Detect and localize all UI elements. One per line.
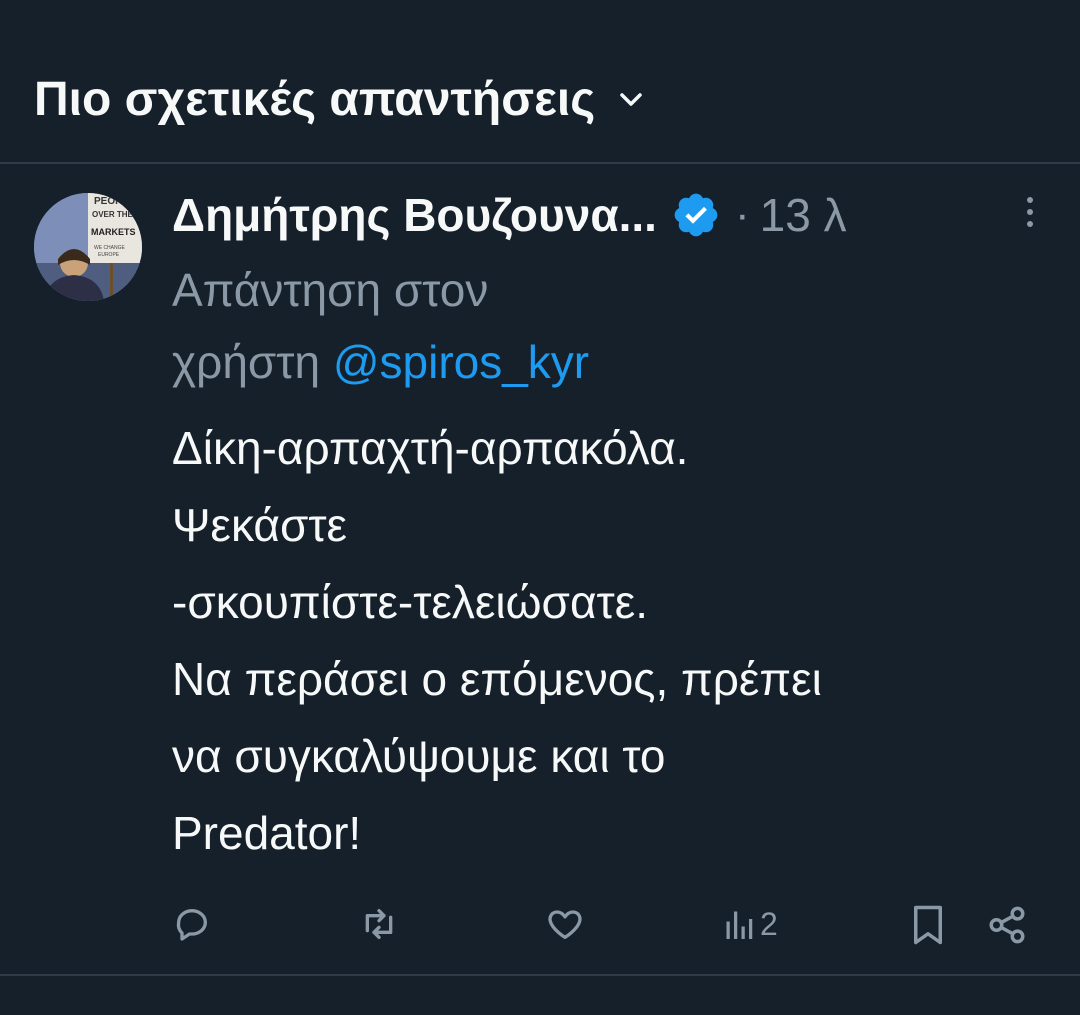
retweet-button[interactable] xyxy=(358,904,400,944)
replies-sort-bar: Πιο σχετικές απαντήσεις xyxy=(0,0,1080,164)
reply-prefix: Απάντηση στον xyxy=(172,264,489,316)
reply-button[interactable] xyxy=(172,904,212,944)
tweet-time[interactable]: 13 λ xyxy=(760,185,847,245)
author-name[interactable]: Δημήτρης Βουζουνα... xyxy=(172,185,657,245)
reply-tweet[interactable]: PEOP OVER THE MARKETS WE CHANGE EUROPE Δ… xyxy=(0,164,1080,976)
heart-icon xyxy=(548,910,582,939)
verified-badge-icon xyxy=(671,190,721,240)
avatar-sign-line: EUROPE xyxy=(98,252,120,258)
reply-prefix: χρήστη xyxy=(172,336,321,388)
avatar-sign-line: PEOP xyxy=(94,196,122,207)
reply-mention-link[interactable]: @spiros_kyr xyxy=(333,336,589,388)
share-button[interactable] xyxy=(986,904,1028,946)
bookmark-icon xyxy=(914,905,942,945)
reply-context: Απάντηση στον χρήστη @spiros_kyr xyxy=(172,254,732,398)
more-options-icon[interactable] xyxy=(1020,176,1040,227)
share-icon xyxy=(989,906,1025,944)
bookmark-button[interactable] xyxy=(910,904,946,946)
views-chart-icon xyxy=(726,911,753,939)
like-button[interactable] xyxy=(545,904,585,944)
replies-sort-toggle[interactable]: Πιο σχετικές απαντήσεις xyxy=(34,70,645,130)
avatar-sign-line: OVER THE xyxy=(92,210,134,219)
avatar[interactable]: PEOP OVER THE MARKETS WE CHANGE EUROPE xyxy=(34,193,142,301)
header-separator: · xyxy=(734,190,750,239)
replies-sort-label: Πιο σχετικές απαντήσεις xyxy=(34,73,596,126)
tweet-header: Δημήτρης Βουζουνα... · 13 λ xyxy=(172,184,1052,246)
chevron-down-icon xyxy=(617,86,645,114)
views-count: 2 xyxy=(760,906,778,942)
reply-icon xyxy=(176,909,207,941)
views-button[interactable]: 2 xyxy=(724,904,778,944)
tweet-text: Δίκη-αρπαχτή-αρπακόλα. Ψεκάστε -σκουπίστ… xyxy=(172,422,822,859)
avatar-sign-line: WE CHANGE xyxy=(94,245,126,251)
avatar-sign-line: MARKETS xyxy=(91,227,136,237)
tweet-actions: 2 xyxy=(0,894,1080,954)
retweet-icon xyxy=(365,909,393,939)
